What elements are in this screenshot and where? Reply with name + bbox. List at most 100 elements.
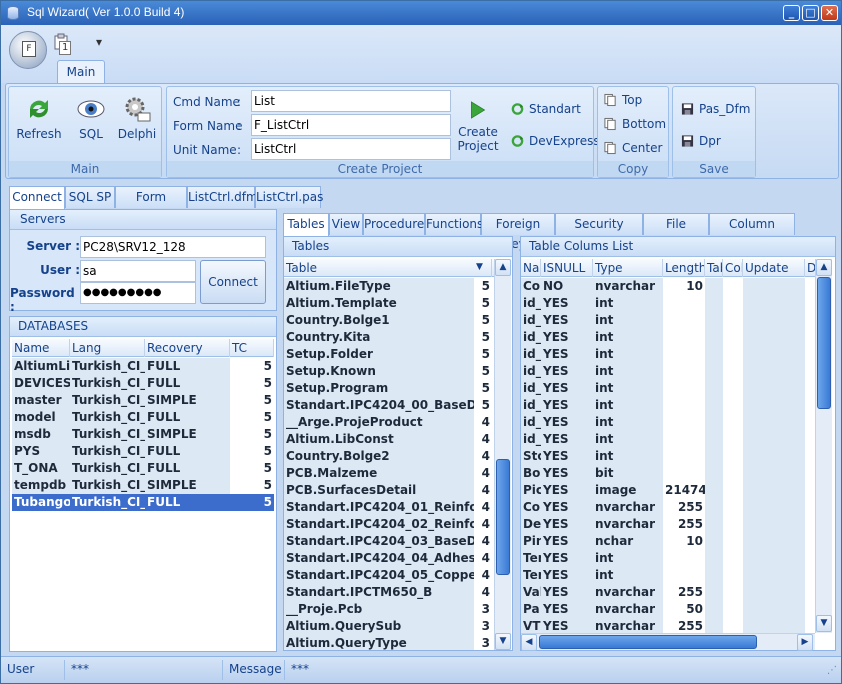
minimize-button[interactable]: _	[783, 5, 800, 21]
tab-tables[interactable]: Tables	[283, 213, 329, 236]
scroll-down-icon[interactable]: ▼	[495, 633, 511, 650]
table-row[interactable]: Standart.IPC4204_04_AdhesiveT 4	[284, 550, 494, 567]
tab-foreign-keys[interactable]: Foreign Keys	[481, 213, 555, 251]
tab-column-control[interactable]: Column Control	[709, 213, 795, 251]
column-row[interactable]: StoYESint	[521, 448, 815, 465]
table-row[interactable]: Country.Kita 5	[284, 329, 494, 346]
table-row[interactable]: Country.Bolge1 5	[284, 312, 494, 329]
column-header-d[interactable]: D	[805, 259, 815, 277]
database-row[interactable]: T_ONATurkish_CI_AFULL 5	[12, 460, 274, 477]
column-header-type[interactable]: Type	[593, 259, 663, 277]
tab-listctrl-dfm[interactable]: ListCtrl.dfm	[187, 186, 258, 208]
database-row[interactable]: TubangoTurkish_CI_AFULL 5	[12, 494, 274, 511]
copy-center-button[interactable]: Center	[602, 138, 662, 158]
column-row[interactable]: id_ YES int	[521, 363, 815, 380]
table-row[interactable]: Altium.LibConst 4	[284, 431, 494, 448]
column-header-update[interactable]: Update	[743, 259, 805, 277]
tab-procedure[interactable]: Procedure	[363, 213, 425, 235]
table-row[interactable]: Standart.IPC4204_02_Reinforce 4	[284, 516, 494, 533]
quick-access-dropdown-icon[interactable]: ▾	[89, 33, 109, 53]
column-header-tab[interactable]: Tab	[705, 259, 723, 277]
tab-functions[interactable]: Functions	[425, 213, 483, 235]
resize-grip-icon[interactable]: ⋰	[827, 665, 837, 676]
tab-connect[interactable]: Connect	[9, 186, 65, 209]
server-input[interactable]: PC28\SRV12_128	[80, 236, 266, 258]
columns-vertical-scrollbar[interactable]: ▲ ▼	[815, 259, 832, 633]
unit-name-input[interactable]: ListCtrl	[251, 138, 451, 160]
columns-horizontal-scrollbar[interactable]: ◀ ▶	[521, 633, 815, 651]
column-row[interactable]: Ter YES int	[521, 567, 815, 584]
delphi-button[interactable]: Delphi	[111, 91, 163, 151]
tab-view[interactable]: View	[329, 213, 363, 235]
column-header-recovery[interactable]: Recovery	[145, 339, 230, 357]
column-row[interactable]: id_ YES int	[521, 295, 815, 312]
column-header-lang[interactable]: Lang	[70, 339, 145, 357]
column-row[interactable]: id_ YES int	[521, 397, 815, 414]
column-row[interactable]: Pin YES nchar 10	[521, 533, 815, 550]
table-row[interactable]: __Proje.Pcb 3	[284, 601, 494, 618]
scroll-down-icon[interactable]: ▼	[816, 615, 832, 632]
database-row[interactable]: msdbTurkish_CI_ASIMPLE 5	[12, 426, 274, 443]
save-dpr-button[interactable]: Dpr	[679, 131, 721, 151]
table-row[interactable]: Standart.IPCTM650_B 4	[284, 584, 494, 601]
table-row[interactable]: PCB.SurfacesDetail 4	[284, 482, 494, 499]
form-name-input[interactable]: F_ListCtrl	[251, 114, 451, 136]
column-row[interactable]: id_ YES int	[521, 329, 815, 346]
column-header-name[interactable]: Name	[12, 339, 70, 357]
column-row[interactable]: id_ YES int	[521, 312, 815, 329]
database-row[interactable]: modelTurkish_CI_AFULL 5	[12, 409, 274, 426]
column-header-col[interactable]: Col	[723, 259, 743, 277]
scroll-right-icon[interactable]: ▶	[797, 634, 813, 651]
scroll-left-icon[interactable]: ◀	[521, 634, 537, 651]
table-row[interactable]: Standart.IPC4204_05_CopperFoi 4	[284, 567, 494, 584]
close-button[interactable]: ✕	[821, 5, 838, 21]
save-pas-dfm-button[interactable]: Pas_Dfm	[679, 99, 750, 119]
scroll-up-icon[interactable]: ▲	[495, 259, 511, 276]
column-row[interactable]: Pa YES nvarchar 50	[521, 601, 815, 618]
database-row[interactable]: tempdbTurkish_CI_ASIMPLE 5	[12, 477, 274, 494]
table-row[interactable]: Standart.IPC4204_03_BaseDiele 4	[284, 533, 494, 550]
tables-vertical-scrollbar[interactable]: ▲ ▼	[494, 259, 511, 650]
refresh-button[interactable]: Refresh	[13, 91, 65, 151]
scroll-thumb[interactable]	[817, 277, 831, 409]
column-row[interactable]: id_ YES int	[521, 431, 815, 448]
application-orb-button[interactable]: F	[9, 31, 47, 69]
column-row[interactable]: ValYESnvarchar 255	[521, 584, 815, 601]
maximize-button[interactable]: □	[802, 5, 819, 21]
cmd-name-input[interactable]: List	[251, 90, 451, 112]
column-row[interactable]: id_ YES int	[521, 414, 815, 431]
column-header-tc[interactable]: TC	[230, 339, 274, 357]
ribbon-tab-main[interactable]: Main	[57, 60, 105, 84]
column-row[interactable]: Ter YES int	[521, 550, 815, 567]
sort-down-icon[interactable]: ▼	[476, 262, 483, 272]
table-row[interactable]: Altium.QuerySub 3	[284, 618, 494, 635]
copy-top-button[interactable]: Top	[602, 90, 642, 110]
standart-button[interactable]: Standart	[509, 99, 581, 119]
table-row[interactable]: __Arge.ProjeProduct 4	[284, 414, 494, 431]
column-row[interactable]: id_ YES int	[521, 346, 815, 363]
table-row[interactable]: Setup.Known 5	[284, 363, 494, 380]
column-row[interactable]: Pic YES image 21474	[521, 482, 815, 499]
sql-button[interactable]: SQL	[65, 91, 117, 151]
database-row[interactable]: PYSTurkish_CI_AFULL 5	[12, 443, 274, 460]
database-row[interactable]: masterTurkish_CI_ASIMPLE 5	[12, 392, 274, 409]
databases-grid[interactable]: Name Lang Recovery TC AltiumLibTurkish_C…	[12, 339, 274, 651]
database-row[interactable]: DEVICESTurkish_CI_AFULL 5	[12, 375, 274, 392]
column-row[interactable]: VT YES nvarchar 255	[521, 618, 815, 633]
table-row[interactable]: Altium.QueryType 3	[284, 635, 494, 650]
user-input[interactable]: sa	[80, 260, 196, 282]
column-row[interactable]: Co NO nvarchar 10	[521, 278, 815, 295]
tab-sql-sp[interactable]: SQL SP	[65, 186, 115, 208]
column-row[interactable]: id_ YES int	[521, 380, 815, 397]
column-row[interactable]: BorYESbit	[521, 465, 815, 482]
tab-form-design[interactable]: Form Design	[115, 186, 187, 224]
column-header-name[interactable]: Nan	[521, 259, 541, 277]
column-header-isnull[interactable]: ISNULL	[541, 259, 593, 277]
column-header-length[interactable]: Length	[663, 259, 705, 277]
column-row[interactable]: Co YES nvarchar 255	[521, 499, 815, 516]
column-header-table[interactable]: Table	[284, 259, 492, 277]
table-row[interactable]: Altium.Template 5	[284, 295, 494, 312]
password-input[interactable]: ●●●●●●●●●	[80, 282, 196, 304]
table-row[interactable]: Standart.IPC4204_01_Reinforce 4	[284, 499, 494, 516]
scroll-up-icon[interactable]: ▲	[816, 259, 832, 276]
